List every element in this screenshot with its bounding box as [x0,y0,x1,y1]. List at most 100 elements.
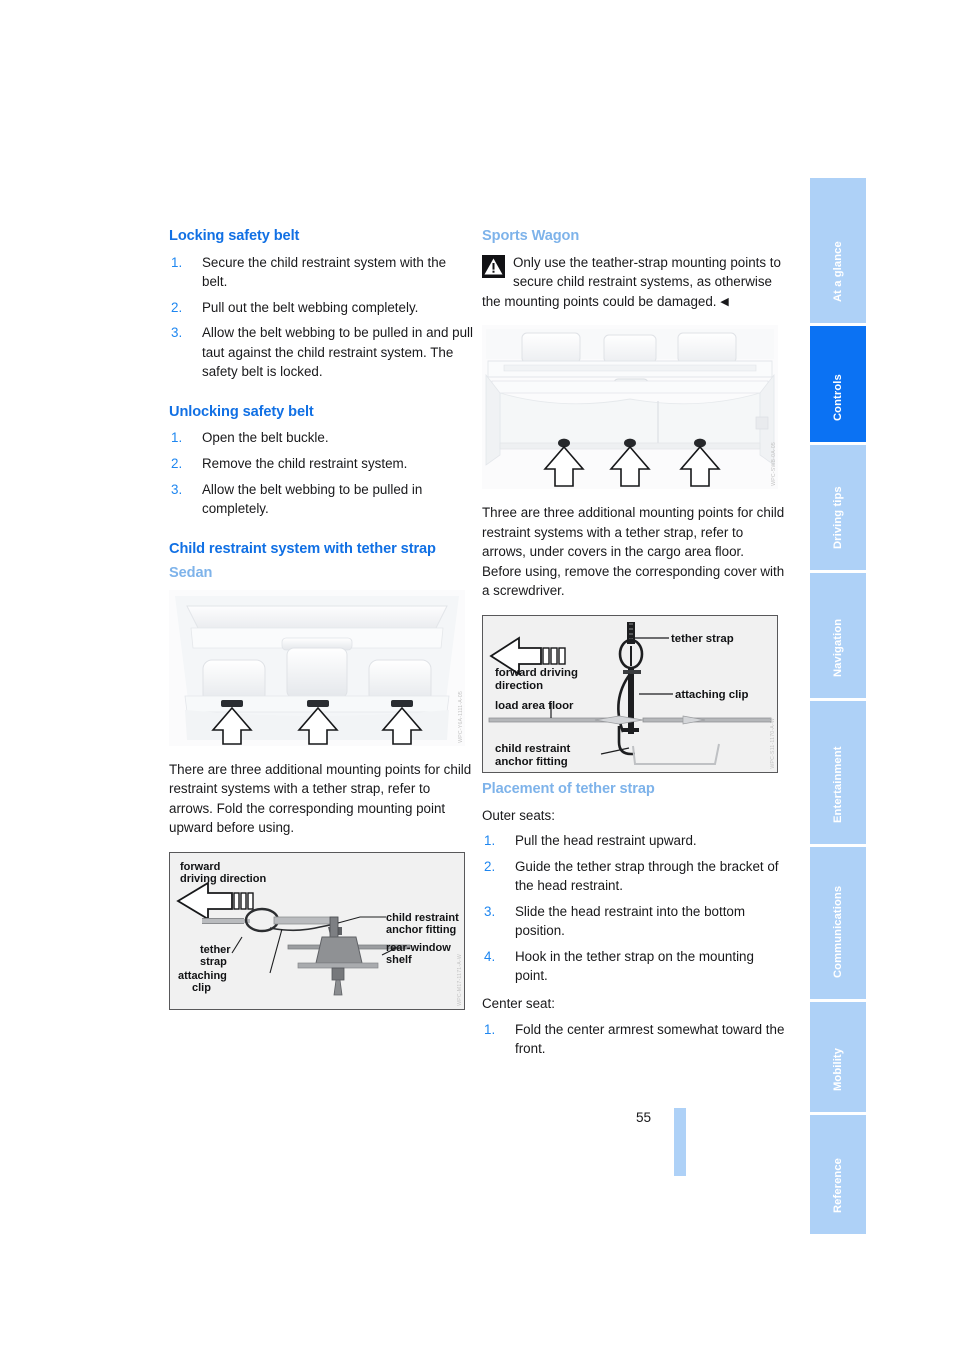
outer-seats-steps: 1. Pull the head restraint upward. 2. Gu… [482,831,786,986]
figure-sedan-rear-seat: WPC-Y6A-1111-A-05 [169,589,465,746]
tab-at-a-glance[interactable]: At a glance [810,178,866,323]
sedan-rear-seat-illustration [169,589,465,746]
sedan-tether-anchor-diagram: forward driving direction tether strap a… [170,852,464,1009]
list-text: Open the belt buckle. [202,430,329,446]
tab-label: Reference [832,1157,844,1213]
list-item: 4. Hook in the tether strap on the mount… [482,947,786,986]
tab-reference[interactable]: Reference [810,1115,866,1234]
list-number: 3. [171,481,183,497]
figure-watermark: WPC-M17-1171-A-W [457,954,463,1006]
page-number: 55 [636,1110,652,1125]
tab-label: Driving tips [832,486,844,549]
label-attaching-clip: attaching clip [675,689,748,701]
heading-unlocking-safety-belt: Unlocking safety belt [169,403,314,420]
tab-communications[interactable]: Communications [810,847,866,999]
tab-label: Communications [832,885,844,978]
list-item: 2. Guide the tether strap through the br… [482,857,786,896]
list-text: Pull out the belt webbing completely. [202,299,419,315]
list-text: Secure the child restraint system with t… [202,254,447,290]
label-anchor-line1: child restraint [495,743,571,755]
left-column: Locking safety belt 1. Secure the child … [169,228,473,1010]
list-item: 2. Pull out the belt webbing completely. [169,298,473,318]
section-tab-strip: At a glance Controls Driving tips Naviga… [810,178,866,1234]
warning-block: Only use the teather-strap mounting poin… [482,253,786,312]
label-tether-line2: strap [200,956,227,968]
label-shelf-line2: shelf [386,954,412,966]
tab-label: At a glance [832,241,844,302]
list-number: 3. [484,903,496,919]
locking-safety-belt-steps: 1. Secure the child restraint system wit… [169,253,473,382]
list-text: Allow the belt webbing to be pulled in a… [202,325,473,380]
list-item: 1. Pull the head restraint upward. [482,831,786,851]
warning-triangle-icon [482,254,505,278]
paragraph-sedan-mounting-points: There are three additional mounting poin… [169,761,472,836]
list-number: 2. [171,455,183,471]
label-anchor-line2: anchor fitting [386,924,456,936]
figure-watermark: WPC-SWB-0A-05 [771,442,777,487]
tab-entertainment[interactable]: Entertainment [810,701,866,844]
list-text: Slide the head restraint into the bottom… [515,903,746,939]
warning-text: Only use the teather-strap mounting poin… [482,254,781,309]
list-text: Hook in the tether strap on the mounting… [515,948,754,984]
list-text: Allow the belt webbing to be pulled in c… [202,481,423,517]
list-number: 1. [171,254,183,270]
list-item: 1. Open the belt buckle. [169,428,473,448]
label-shelf-line1: rear-window [386,942,451,954]
list-number: 1. [171,430,183,446]
list-item: 3. Slide the head restraint into the bot… [482,902,786,941]
label-anchor-line1: child restraint [386,912,459,924]
tab-navigation[interactable]: Navigation [810,573,866,698]
tab-controls[interactable]: Controls [810,326,866,442]
wagon-tether-anchor-diagram: tether strap attaching clip forward driv… [483,616,777,772]
list-number: 2. [484,858,496,874]
heading-sports-wagon: Sports Wagon [482,228,580,244]
sports-wagon-cargo-illustration [482,325,778,490]
label-outer-seats: Outer seats: [482,807,555,823]
heading-placement-of-tether-strap: Placement of tether strap [482,781,655,797]
center-seat-steps: 1. Fold the center armrest somewhat towa… [482,1020,786,1059]
warning-end-marker: ◀ [720,295,729,308]
list-text: Fold the center armrest somewhat toward … [515,1021,785,1057]
figure-spacer [482,489,786,503]
label-tether-strap: tether strap [671,633,734,645]
figure-spacer [169,838,473,852]
list-item: 1. Fold the center armrest somewhat towa… [482,1020,786,1059]
figure-spacer [169,746,473,760]
list-number: 1. [484,1021,496,1037]
tab-label: Entertainment [832,746,844,823]
subheading-sedan: Sedan [169,565,213,582]
list-number: 2. [171,299,183,315]
label-forward-line2: direction [495,680,543,692]
list-number: 1. [484,833,496,849]
label-forward-line1: forward [180,861,220,873]
tab-driving-tips[interactable]: Driving tips [810,445,866,570]
figure-sedan-tether-detail: forward driving direction tether strap a… [169,851,465,1010]
label-tether-line1: tether [200,944,231,956]
label-clip-line1: attaching [178,970,227,982]
tab-label: Navigation [832,618,844,677]
label-anchor-line2: anchor fitting [495,756,568,768]
figure-watermark: WPC-Y6A-1111-A-05 [458,690,464,743]
list-item: 3. Allow the belt webbing to be pulled i… [169,480,473,519]
unlocking-safety-belt-steps: 1. Open the belt buckle. 2. Remove the c… [169,428,473,518]
list-text: Pull the head restraint upward. [515,833,697,849]
label-clip-line2: clip [192,982,211,994]
list-number: 4. [484,948,496,964]
list-text: Guide the tether strap through the brack… [515,858,779,894]
label-center-seat: Center seat: [482,996,555,1011]
figure-spacer [482,311,786,325]
list-item: 2. Remove the child restraint system. [169,454,473,474]
tab-label: Controls [832,374,844,421]
tab-mobility[interactable]: Mobility [810,1002,866,1112]
figure-sports-wagon-cargo: WPC-SWB-0A-05 [482,325,778,490]
figure-spacer [482,601,786,615]
right-column: Sports Wagon Only use the teather-strap … [482,228,786,1059]
paragraph-wagon-mounting-points: Three are three additional mounting poin… [482,505,785,599]
heading-locking-safety-belt: Locking safety belt [169,228,300,244]
page-number-bar [674,1108,686,1176]
label-forward-line2: driving direction [180,873,266,885]
